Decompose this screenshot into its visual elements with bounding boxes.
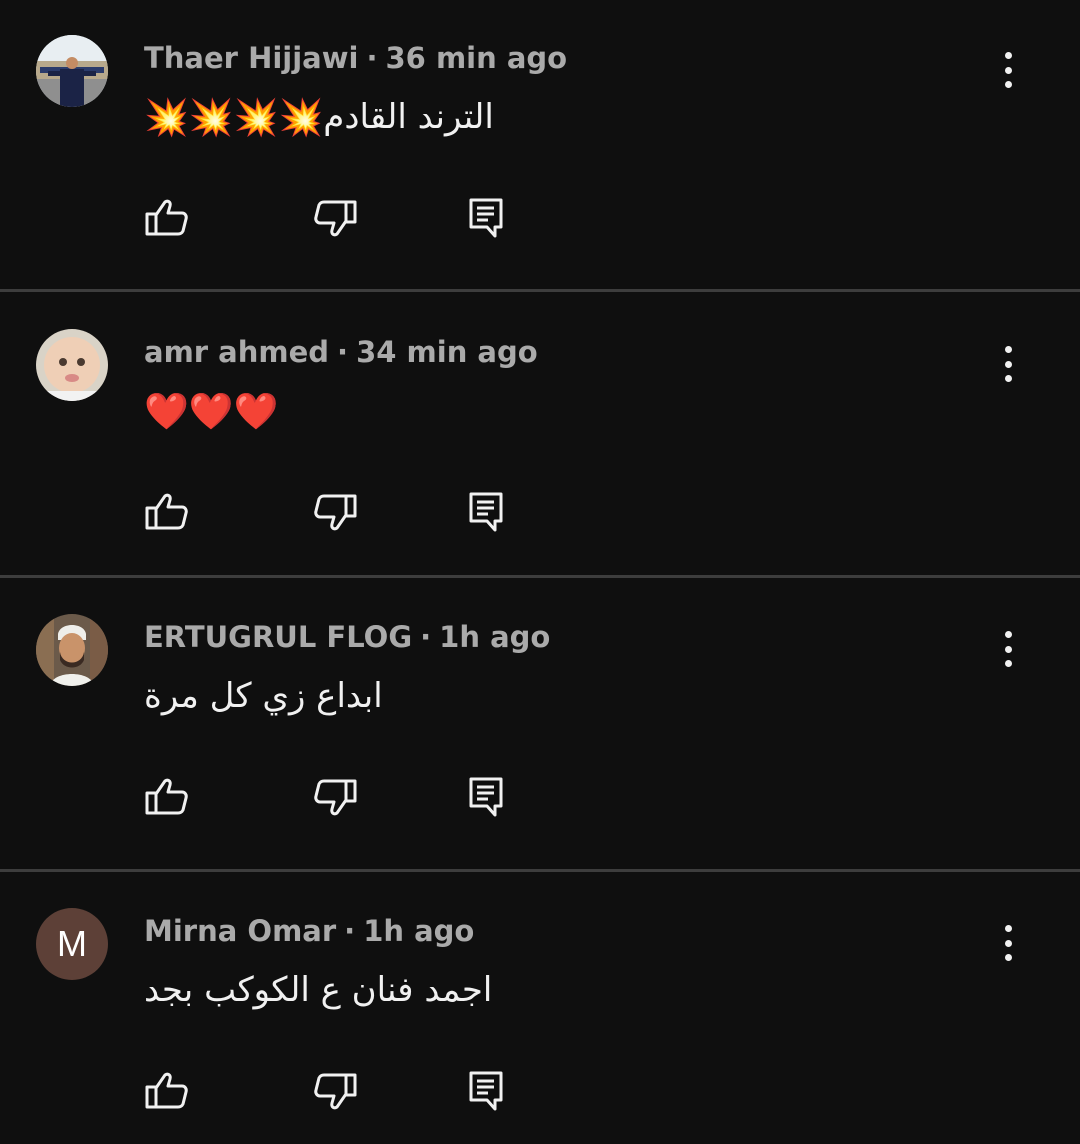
comment-reply-icon: [469, 198, 503, 238]
more-vertical-icon-dot: [1004, 645, 1012, 653]
divider: [0, 289, 1080, 292]
separator: ·: [366, 41, 378, 75]
divider: [0, 869, 1080, 872]
comment-item: M Mirna Omar · 1h ago اجمد فنان ع الكوكب ب…: [0, 873, 1080, 1144]
like-button[interactable]: [143, 1067, 191, 1115]
comment-time[interactable]: 1h ago: [439, 620, 550, 654]
reply-button[interactable]: [462, 194, 510, 242]
author-name[interactable]: amr ahmed: [144, 335, 329, 369]
separator: ·: [337, 335, 349, 369]
like-button[interactable]: [143, 488, 191, 536]
dislike-button[interactable]: [311, 1067, 359, 1115]
author-name[interactable]: Mirna Omar: [144, 914, 336, 948]
reply-button[interactable]: [462, 773, 510, 821]
more-vertical-icon: [1004, 631, 1012, 638]
comment-item: ERTUGRUL FLOG · 1h ago ابداع زي كل مرة: [0, 579, 1080, 869]
reply-button[interactable]: [462, 1067, 510, 1115]
separator: ·: [344, 914, 356, 948]
comment-meta: ERTUGRUL FLOG · 1h ago: [144, 617, 550, 657]
thumbs-down-icon: [314, 494, 357, 531]
more-vertical-icon-dot: [1004, 954, 1012, 961]
dislike-button[interactable]: [311, 773, 359, 821]
comment-reply-icon: [469, 1071, 503, 1111]
comment-reply-icon: [469, 777, 503, 817]
avatar[interactable]: [36, 35, 108, 107]
more-vertical-icon: [1004, 346, 1012, 353]
dislike-button[interactable]: [311, 488, 359, 536]
more-options-button[interactable]: [986, 919, 1030, 967]
comment-item: Thaer Hijjawi · 36 min ago 💥💥💥💥الترند القا…: [0, 0, 1080, 290]
comment-emoji: ❤️❤️❤️: [144, 391, 279, 433]
comment-reply-icon: [469, 492, 503, 532]
comment-text: ❤️❤️❤️: [144, 386, 278, 436]
thumbs-up-icon: [145, 778, 188, 815]
avatar[interactable]: [36, 329, 108, 401]
comment-text: 💥💥💥💥الترند القادم: [144, 92, 494, 142]
comments-list: Thaer Hijjawi · 36 min ago 💥💥💥💥الترند القا…: [0, 0, 1080, 1144]
reply-button[interactable]: [462, 488, 510, 536]
more-vertical-icon-dot: [1004, 375, 1012, 382]
avatar[interactable]: M: [36, 908, 108, 980]
thumbs-up-icon: [145, 199, 188, 236]
like-button[interactable]: [143, 773, 191, 821]
author-name[interactable]: ERTUGRUL FLOG: [144, 620, 412, 654]
thumbs-down-icon: [314, 779, 357, 816]
more-vertical-icon-dot: [1004, 360, 1012, 368]
divider: [0, 575, 1080, 578]
more-vertical-icon-dot: [1004, 81, 1012, 88]
author-name[interactable]: Thaer Hijjawi: [144, 41, 358, 75]
comment-body: الترند القادم: [323, 97, 494, 137]
thumbs-up-icon: [145, 1072, 188, 1109]
like-button[interactable]: [143, 194, 191, 242]
comment-meta: Mirna Omar · 1h ago: [144, 911, 474, 951]
more-options-button[interactable]: [986, 340, 1030, 388]
comment-time[interactable]: 34 min ago: [356, 335, 538, 369]
dislike-button[interactable]: [311, 194, 359, 242]
comment-body: ابداع زي كل مرة: [144, 676, 383, 716]
more-options-button[interactable]: [986, 625, 1030, 673]
thumbs-down-icon: [314, 1073, 357, 1110]
comment-emoji: 💥💥💥💥: [144, 97, 324, 139]
avatar[interactable]: [36, 614, 108, 686]
comment-text: ابداع زي كل مرة: [144, 671, 383, 721]
comment-text: اجمد فنان ع الكوكب بجد: [144, 965, 492, 1015]
more-vertical-icon-dot: [1004, 939, 1012, 947]
comment-time[interactable]: 36 min ago: [386, 41, 568, 75]
comment-item: amr ahmed · 34 min ago ❤️❤️❤️: [0, 294, 1080, 584]
thumbs-up-icon: [145, 493, 188, 530]
more-vertical-icon: [1004, 925, 1012, 932]
comment-body: اجمد فنان ع الكوكب بجد: [144, 970, 493, 1010]
more-vertical-icon-dot: [1004, 66, 1012, 74]
separator: ·: [420, 620, 432, 654]
more-vertical-icon: [1004, 52, 1012, 59]
comment-meta: amr ahmed · 34 min ago: [144, 332, 538, 372]
more-vertical-icon-dot: [1004, 660, 1012, 667]
comment-meta: Thaer Hijjawi · 36 min ago: [144, 38, 567, 78]
comment-time[interactable]: 1h ago: [363, 914, 474, 948]
thumbs-down-icon: [314, 200, 357, 237]
more-options-button[interactable]: [986, 46, 1030, 94]
